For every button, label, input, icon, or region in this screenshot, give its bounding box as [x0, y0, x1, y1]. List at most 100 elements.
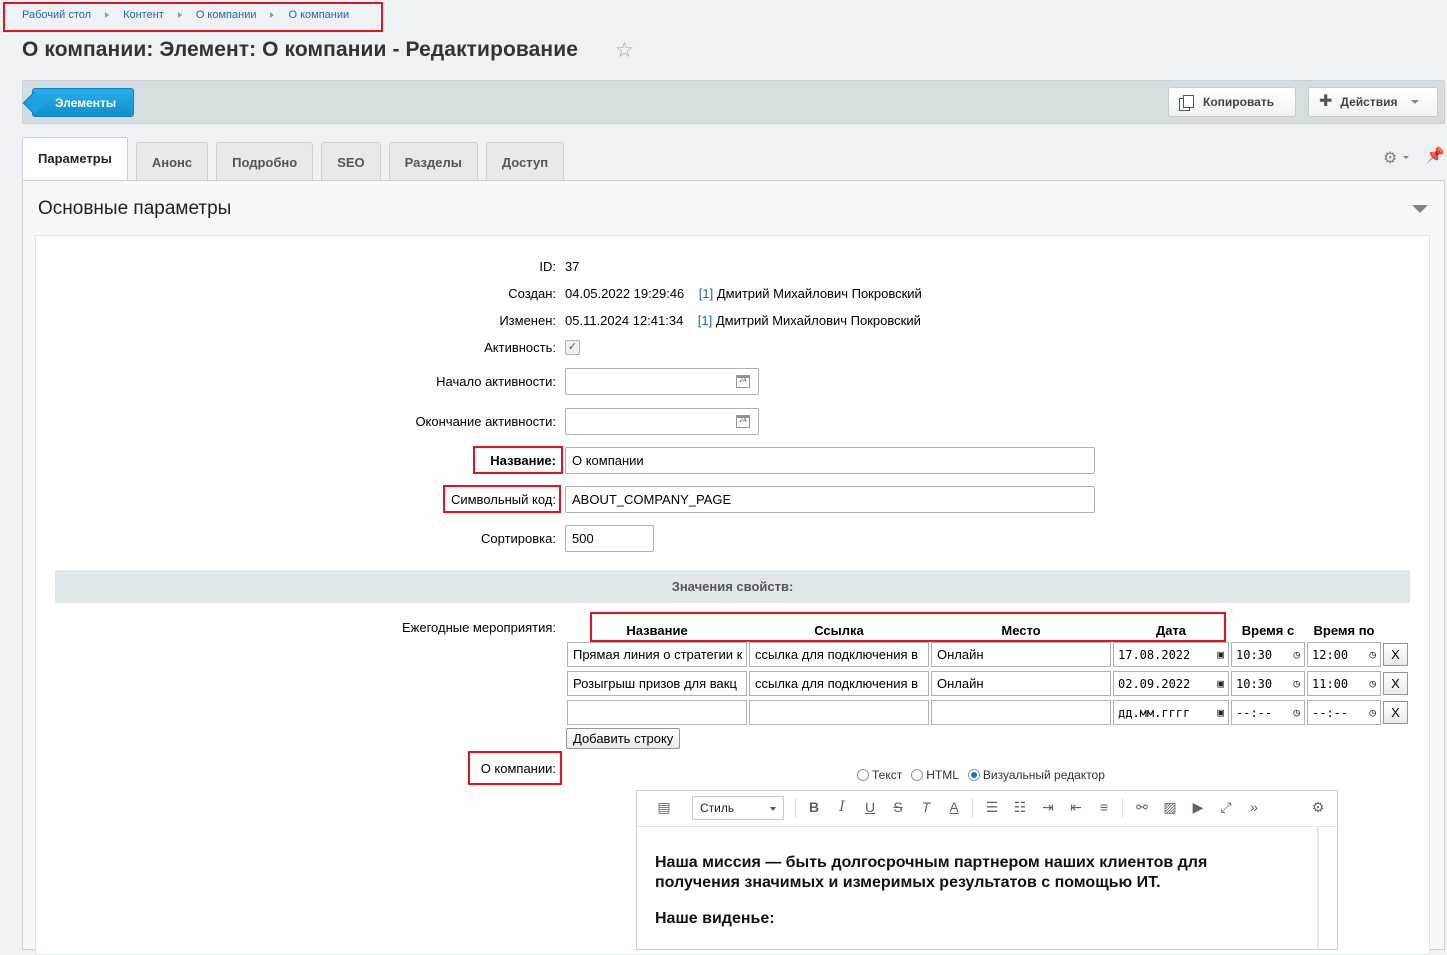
name-input[interactable]: О компании: [565, 447, 1095, 474]
delete-row-button[interactable]: X: [1383, 643, 1408, 666]
active-checkbox[interactable]: ✓: [565, 340, 580, 355]
event-date-input[interactable]: 02.09.2022 ▣: [1113, 671, 1229, 696]
source-toggle-icon[interactable]: ▤: [655, 799, 673, 816]
mode-text-radio[interactable]: [857, 769, 869, 781]
chevron-down-icon: [1411, 100, 1420, 104]
calendar-icon[interactable]: 24: [736, 375, 750, 388]
copy-button[interactable]: Копировать: [1168, 87, 1296, 117]
event-name-input[interactable]: Розыгрыш призов для вакц: [567, 671, 747, 696]
event-name-input[interactable]: Прямая линия о стратегии к: [567, 642, 747, 667]
editor-paragraph: Наше виденье:: [655, 910, 775, 927]
event-date-input[interactable]: дд.мм.гггг ▣: [1113, 700, 1229, 725]
add-row-button[interactable]: Добавить строку: [566, 728, 681, 749]
align-icon[interactable]: ≡: [1095, 799, 1113, 815]
editor-mode-radio-group: Текст HTML Визуальный редактор: [857, 768, 1114, 782]
bold-icon[interactable]: B: [805, 799, 823, 815]
unordered-list-icon[interactable]: ☷: [1011, 799, 1029, 816]
tab-sections[interactable]: Разделы: [388, 142, 478, 180]
video-icon[interactable]: ▶: [1189, 799, 1207, 816]
elements-button[interactable]: Элементы: [32, 88, 135, 117]
column-header-date: Дата: [1155, 623, 1187, 638]
chevron-right-icon: [177, 12, 182, 18]
breadcrumb-item-desktop[interactable]: Рабочий стол: [22, 9, 91, 21]
strikethrough-icon[interactable]: S: [889, 799, 907, 815]
events-label: Ежегодные мероприятия:: [401, 620, 556, 635]
mode-visual-radio[interactable]: [967, 769, 980, 781]
clock-icon[interactable]: ◷: [1369, 648, 1376, 661]
mode-html-label[interactable]: HTML: [926, 768, 959, 782]
gear-icon[interactable]: ⚙: [1383, 148, 1397, 168]
event-date-value: дд.мм.гггг: [1118, 705, 1191, 720]
event-place-input[interactable]: Онлайн: [931, 671, 1111, 696]
style-select[interactable]: Стиль: [692, 796, 784, 820]
event-link-input[interactable]: ссылка для подключения в: [749, 642, 929, 667]
calendar-icon[interactable]: ▣: [1217, 648, 1224, 661]
event-link-input[interactable]: ссылка для подключения в: [749, 671, 929, 696]
page-title: О компании: Элемент: О компании - Редакт…: [22, 38, 579, 61]
star-icon[interactable]: ☆: [615, 38, 634, 63]
actions-button[interactable]: ✚ Действия: [1308, 87, 1438, 117]
breadcrumb-item-about-element[interactable]: О компании: [288, 9, 349, 21]
clock-icon[interactable]: ◷: [1293, 677, 1300, 690]
event-time-to-input[interactable]: 11:00 ◷: [1307, 671, 1381, 696]
calendar-icon[interactable]: ▣: [1217, 677, 1224, 690]
editor-content[interactable]: Наша миссия — быть долгосрочным партнеро…: [655, 853, 1275, 945]
event-place-input[interactable]: Онлайн: [931, 642, 1111, 667]
tab-announce[interactable]: Анонс: [135, 142, 209, 180]
underline-icon[interactable]: U: [861, 799, 879, 815]
breadcrumb-item-content[interactable]: Контент: [123, 9, 164, 21]
tab-parameters[interactable]: Параметры: [22, 137, 128, 180]
column-header-time-from: Время с: [1241, 623, 1295, 638]
fullscreen-icon[interactable]: ⤢: [1217, 799, 1235, 816]
pin-icon[interactable]: 📌: [1426, 146, 1445, 164]
breadcrumb-item-about-section[interactable]: О компании: [196, 9, 257, 21]
clock-icon[interactable]: ◷: [1369, 677, 1376, 690]
mode-visual-label[interactable]: Визуальный редактор: [983, 768, 1105, 782]
event-date-input[interactable]: 17.08.2022 ▣: [1113, 642, 1229, 667]
mode-text-label[interactable]: Текст: [872, 768, 902, 782]
modified-user-link[interactable]: [1]: [698, 313, 712, 328]
active-from-input[interactable]: 24: [565, 368, 759, 395]
modified-value: 05.11.2024 12:41:34 [1] Дмитрий Михайлов…: [565, 313, 921, 328]
indent-icon[interactable]: ⇥: [1039, 799, 1057, 816]
active-to-label: Окончание активности:: [415, 414, 556, 429]
event-place-input[interactable]: [931, 700, 1111, 725]
event-link-input[interactable]: [749, 700, 929, 725]
calendar-icon[interactable]: ▣: [1217, 706, 1224, 719]
delete-row-button[interactable]: X: [1383, 701, 1408, 724]
link-icon[interactable]: ⚯: [1133, 799, 1151, 816]
collapse-arrow-icon[interactable]: [1412, 205, 1428, 213]
outdent-icon[interactable]: ⇤: [1067, 799, 1085, 816]
tab-details[interactable]: Подробно: [216, 142, 314, 180]
sort-input[interactable]: 500: [565, 525, 654, 552]
more-icon[interactable]: »: [1245, 799, 1263, 815]
clock-icon[interactable]: ◷: [1369, 706, 1376, 719]
toolbar: Элементы Копировать ✚ Действия: [22, 80, 1445, 124]
mode-html-radio[interactable]: [911, 769, 924, 781]
italic-icon[interactable]: I: [833, 799, 851, 815]
settings-gear-icon[interactable]: ⚙: [1309, 799, 1327, 816]
clear-format-icon[interactable]: T: [917, 799, 935, 815]
active-from-label: Начало активности:: [436, 374, 556, 389]
toolbar-divider: [795, 798, 796, 818]
event-name-input[interactable]: [567, 700, 747, 725]
editor-scrollbar[interactable]: [1317, 827, 1319, 949]
tab-seo[interactable]: SEO: [321, 142, 381, 180]
event-time-from-input[interactable]: 10:30 ◷: [1231, 642, 1305, 667]
tab-access[interactable]: Доступ: [485, 142, 565, 180]
event-time-from-input[interactable]: --:-- ◷: [1231, 700, 1305, 725]
chevron-down-icon[interactable]: [1403, 156, 1409, 159]
code-input[interactable]: ABOUT_COMPANY_PAGE: [565, 486, 1095, 513]
event-time-to-input[interactable]: 12:00 ◷: [1307, 642, 1381, 667]
active-to-input[interactable]: 24: [565, 408, 759, 435]
clock-icon[interactable]: ◷: [1293, 706, 1300, 719]
created-user-link[interactable]: [1]: [699, 286, 713, 301]
ordered-list-icon[interactable]: ☰: [983, 799, 1001, 816]
image-icon[interactable]: ▨: [1161, 799, 1179, 816]
calendar-icon[interactable]: 24: [736, 415, 750, 428]
event-time-from-input[interactable]: 10:30 ◷: [1231, 671, 1305, 696]
event-time-to-input[interactable]: --:-- ◷: [1307, 700, 1381, 725]
clock-icon[interactable]: ◷: [1293, 648, 1300, 661]
delete-row-button[interactable]: X: [1383, 672, 1408, 695]
text-color-icon[interactable]: A: [945, 799, 963, 815]
